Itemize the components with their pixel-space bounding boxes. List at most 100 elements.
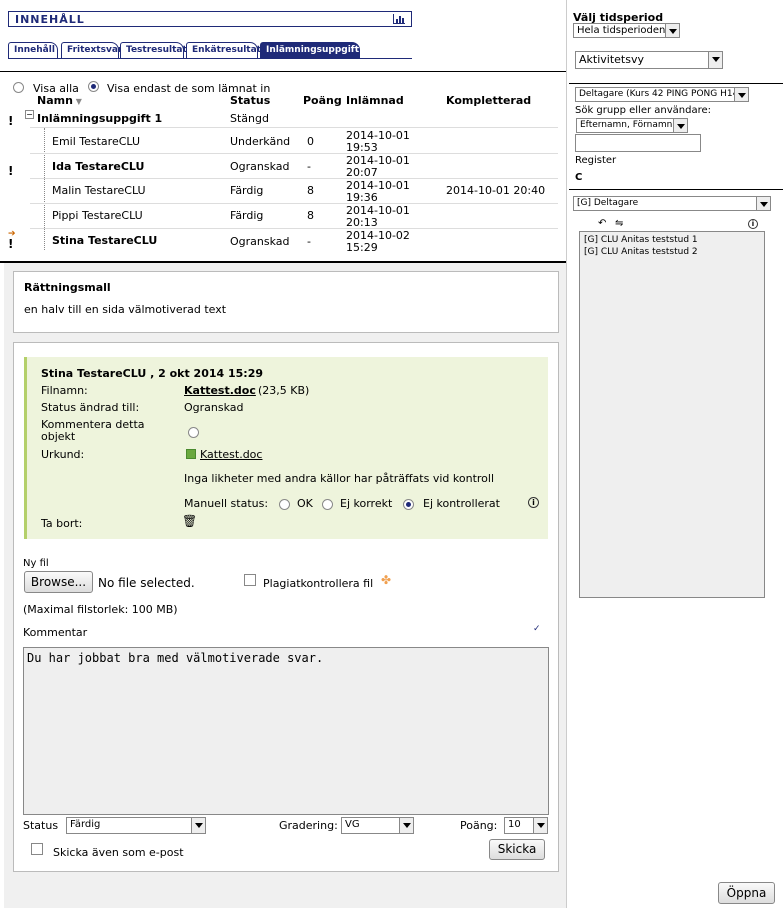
group-select-value: [G] Deltagare [577, 198, 639, 208]
student-name[interactable]: Pippi TestareCLU [52, 209, 143, 222]
open-button[interactable]: Öppna [718, 882, 775, 904]
col-name[interactable]: Namn ▼ [37, 94, 82, 107]
status-incorrect-radio[interactable] [322, 499, 333, 510]
transfer-icon[interactable]: ⇋ [615, 218, 623, 229]
chevron-down-icon [734, 88, 748, 101]
col-submitted[interactable]: Inlämnad [346, 94, 404, 107]
email-label: Skicka även som e-post [53, 846, 184, 859]
content-header: INNEHÅLL [8, 11, 412, 27]
comment-textarea[interactable]: Du har jobbat bra med välmotiverade svar… [23, 647, 549, 815]
user-list[interactable]: [G] CLU Anitas teststud 1 [G] CLU Anitas… [579, 231, 765, 598]
chevron-down-icon [399, 818, 413, 833]
chevron-down-icon [673, 119, 687, 132]
divider [569, 189, 783, 190]
comment-object-label: Kommentera detta objekt [41, 418, 145, 443]
points-select[interactable]: 10 [504, 817, 548, 834]
chevron-down-icon [708, 52, 722, 68]
group-select[interactable]: [G] Deltagare [573, 196, 771, 211]
list-item[interactable]: [G] CLU Anitas teststud 1 [584, 235, 698, 245]
view-select[interactable]: Aktivitetsvy [575, 51, 723, 69]
status-ok-label: OK [297, 497, 313, 510]
email-checkbox[interactable] [31, 843, 43, 855]
remove-label: Ta bort: [41, 517, 83, 530]
participants-select[interactable]: Deltagare (Kurs 42 PING PONG H14 [575, 87, 749, 102]
send-button[interactable]: Skicka [489, 839, 545, 860]
status-unchecked-label: Ej kontrollerat [423, 497, 500, 510]
comment-text: Du har jobbat bra med välmotiverade svar… [27, 651, 324, 665]
new-file-label: Ny fil [23, 558, 49, 569]
row-divider [30, 203, 558, 204]
urkund-icon [186, 449, 196, 459]
max-size-label: (Maximal filstorlek: 100 MB) [23, 603, 178, 616]
row-divider [30, 153, 558, 154]
status-label: Status [23, 819, 59, 832]
col-completed[interactable]: Kompletterad [446, 94, 531, 107]
list-item[interactable]: [G] CLU Anitas teststud 2 [584, 247, 698, 257]
grade-select-value: VG [345, 819, 360, 830]
show-all-radio[interactable] [13, 82, 24, 93]
search-type-select[interactable]: Efternamn, Förnamn [576, 118, 688, 133]
trash-icon[interactable]: 🗑 [182, 514, 197, 528]
student-status: Ogranskad [230, 160, 290, 173]
spellcheck-icon[interactable]: ✓ [533, 624, 541, 634]
student-status: Färdig [230, 184, 264, 197]
student-name[interactable]: Malin TestareCLU [52, 184, 146, 197]
tab-testresultat[interactable]: Testresultat [120, 42, 187, 58]
collapse-icon[interactable]: − [25, 110, 34, 119]
sidebar: Välj tidsperiod Hela tidsperioden Aktivi… [566, 0, 784, 908]
period-select[interactable]: Hela tidsperioden [573, 23, 680, 38]
chevron-down-icon [665, 24, 679, 37]
status-incorrect-label: Ej korrekt [340, 497, 393, 510]
submission-box: Stina TestareCLU , 2 okt 2014 15:29 Filn… [24, 357, 548, 539]
chart-icon[interactable] [393, 14, 405, 24]
info-icon[interactable]: i [528, 497, 539, 508]
student-status: Färdig [230, 209, 264, 222]
student-status: Underkänd [230, 135, 291, 148]
col-status[interactable]: Status [230, 94, 270, 107]
view-select-value: Aktivitetsvy [579, 53, 644, 66]
student-name[interactable]: Emil TestareCLU [52, 135, 140, 148]
student-name[interactable]: Ida TestareCLU [52, 160, 144, 173]
search-input[interactable] [575, 134, 701, 152]
tab-innehall[interactable]: Innehåll [8, 42, 58, 58]
back-icon[interactable]: ↶ [598, 218, 606, 229]
rubric-title: Rättningsmall [24, 281, 111, 294]
points-select-value: 10 [508, 819, 521, 830]
status-ok-radio[interactable] [279, 499, 290, 510]
comment-object-radio[interactable] [188, 427, 199, 438]
browse-button[interactable]: Browse... [24, 571, 93, 593]
plagiarism-checkbox[interactable] [244, 574, 256, 586]
filename-link[interactable]: Kattest.doc [184, 384, 256, 397]
page-title: INNEHÅLL [15, 13, 85, 26]
urkund-message: Inga likheter med andra källor har påträ… [184, 472, 495, 485]
grade-select[interactable]: VG [341, 817, 414, 834]
status-unchecked-radio[interactable] [403, 499, 414, 510]
row-divider [30, 178, 558, 179]
flag-icon: ! [8, 237, 14, 251]
show-submitted-radio[interactable] [88, 81, 99, 92]
chevron-down-icon [533, 818, 547, 833]
register-label: Register [575, 155, 617, 166]
tab-inlamningsuppgift[interactable]: Inlämningsuppgift [260, 42, 360, 58]
filename-label: Filnamn: [41, 384, 88, 397]
student-points: 0 [307, 135, 314, 148]
student-name[interactable]: Stina TestareCLU [52, 234, 157, 247]
info-icon[interactable]: i [748, 219, 758, 229]
urkund-file-link[interactable]: Kattest.doc [200, 448, 262, 461]
col-points[interactable]: Poäng [303, 94, 342, 107]
tab-enkatresultat[interactable]: Enkätresultat [186, 42, 261, 58]
status-select[interactable]: Färdig [66, 817, 206, 834]
plagiarism-icon: ✤ [381, 573, 392, 587]
tab-fritextsvar[interactable]: Fritextsvar [61, 42, 122, 58]
participants-select-value: Deltagare (Kurs 42 PING PONG H14 [579, 89, 739, 99]
register-letter[interactable]: C [575, 172, 582, 183]
plagiarism-label: Plagiatkontrollera fil [263, 577, 374, 590]
group-name[interactable]: Inlämningsuppgift 1 [37, 112, 162, 125]
points-label: Poäng: [460, 819, 498, 832]
tree-line [44, 128, 45, 250]
filesize: (23,5 KB) [258, 384, 310, 397]
divider [0, 71, 566, 72]
submitted-time: 15:29 [346, 241, 378, 254]
search-label: Sök grupp eller användare: [575, 105, 711, 116]
student-points: 8 [307, 209, 314, 222]
